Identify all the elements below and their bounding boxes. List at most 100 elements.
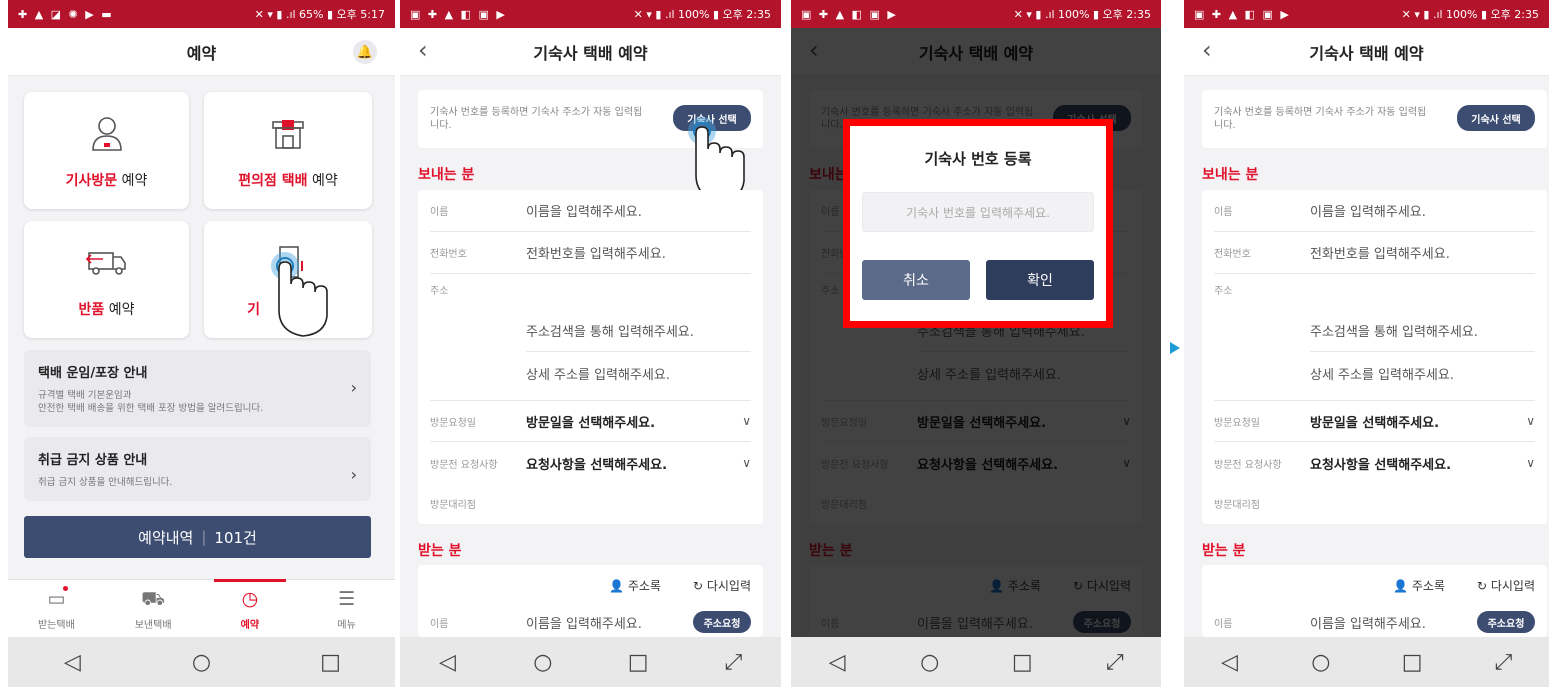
back-icon[interactable]: ‹ bbox=[1202, 36, 1212, 64]
screen-home: ✚ ▲ ◪ ✺ ▶ ▬ ✕ ▾ ▮ .ıl 65% ▮ 오후 5:17 예약 🔔… bbox=[8, 0, 395, 687]
page-title: 예약 bbox=[186, 43, 217, 63]
prohibited-items-desc: 취급 금지 상품을 안내해드립니다. bbox=[38, 477, 173, 488]
android-nav-bar: ◁ ○ □ ⤢ bbox=[791, 637, 1161, 687]
address-request-button[interactable]: 주소요청 bbox=[1477, 611, 1535, 633]
visit-request-select[interactable]: 방문전 요청사항 요청사항을 선택해주세요. ∨ bbox=[430, 442, 751, 484]
addressbook-link[interactable]: 👤 주소록 bbox=[609, 577, 661, 594]
convenience-store-card[interactable]: 편의점 택배 예약 bbox=[204, 92, 372, 209]
page-title: 기숙사 택배 예약 bbox=[533, 43, 648, 63]
sender-form: 이름 이름을 입력해주세요. 전화번호 전화번호를 입력해주세요. 주소 주소검색을… bbox=[418, 190, 763, 524]
back-nav-icon[interactable]: ◁ bbox=[428, 650, 468, 675]
history-label: 예약내역 bbox=[138, 528, 194, 547]
expand-nav-icon[interactable]: ⤢ bbox=[713, 650, 753, 675]
back-nav-icon[interactable]: ◁ bbox=[1210, 650, 1250, 675]
dorm-number-input[interactable]: 기숙사 번호를 입력해주세요. bbox=[862, 192, 1094, 232]
tab-received[interactable]: ▭ 받는택배 bbox=[8, 580, 105, 637]
android-nav-bar: ◁ ○ □ ⤢ bbox=[1184, 637, 1549, 687]
shipping-fee-title: 택배 운임/포장 안내 bbox=[38, 366, 148, 381]
receiver-section-title: 받는 분 bbox=[418, 543, 462, 559]
prohibited-items-info[interactable]: 취급 금지 상품 안내 취급 금지 상품을 안내해드립니다. › bbox=[24, 437, 371, 501]
status-bar: ▣ ✚ ▲ ◧ ▣ ▶ ✕ ▾ ▮ .ıl 100% ▮ 오후 2:35 bbox=[791, 0, 1161, 28]
recents-nav-icon[interactable]: □ bbox=[1002, 650, 1042, 675]
back-icon[interactable]: ‹ bbox=[418, 36, 428, 64]
chevron-right-icon: › bbox=[350, 378, 357, 397]
name-input[interactable]: 이름을 입력해주세요. bbox=[526, 201, 642, 220]
expand-nav-icon[interactable]: ⤢ bbox=[1483, 650, 1523, 675]
dorm-notice-text: 기숙사 번호를 등록하면 기숙사 주소가 자동 입력됩니다. bbox=[430, 107, 643, 131]
shipping-fee-desc-2: 안전한 택배 배송을 위한 택배 포장 방법을 알려드립니다. bbox=[38, 403, 264, 414]
chevron-down-icon: ∨ bbox=[1526, 456, 1535, 470]
driver-visit-label: 기사방문 예약 bbox=[65, 173, 148, 189]
menu-icon: ☰ bbox=[338, 588, 356, 610]
sender-address-row: 주소 bbox=[430, 286, 449, 297]
app-header: 예약 🔔 bbox=[8, 28, 395, 76]
sender-section-title: 보내는 분 bbox=[418, 167, 475, 183]
android-nav-bar: ◁ ○ □ ⤢ bbox=[400, 637, 781, 687]
home-nav-icon[interactable]: ○ bbox=[523, 650, 563, 675]
app-header: ‹ 기숙사 택배 예약 bbox=[400, 28, 781, 76]
dorm-select-button[interactable]: 기숙사 선택 bbox=[1457, 105, 1535, 131]
screen-dorm-dialog: ▣ ✚ ▲ ◧ ▣ ▶ ✕ ▾ ▮ .ıl 100% ▮ 오후 2:35 ‹ 기… bbox=[791, 0, 1161, 687]
page-title: 기숙사 택배 예약 bbox=[1309, 43, 1424, 63]
bottom-tab-bar: ▭ 받는택배 ⛟ 보낸택배 ◷ 예약 ☰ 메뉴 bbox=[8, 579, 395, 637]
return-label: 반품 예약 bbox=[78, 302, 135, 318]
address-search-input[interactable]: 주소검색을 통해 입력해주세요. bbox=[526, 310, 751, 352]
sender-phone-row[interactable]: 전화번호 전화번호를 입력해주세요. bbox=[430, 232, 751, 274]
visit-agent-row: 방문대리점 bbox=[430, 499, 476, 511]
prohibited-items-title: 취급 금지 상품 안내 bbox=[38, 453, 148, 468]
clock-icon: ◷ bbox=[241, 588, 259, 610]
expand-nav-icon[interactable]: ⤢ bbox=[1095, 650, 1135, 675]
return-card[interactable]: 반품 예약 bbox=[24, 221, 189, 338]
status-bar: ▣ ✚ ▲ ◧ ▣ ▶ ✕ ▾ ▮ .ıl 100% ▮ 오후 2:35 bbox=[400, 0, 781, 28]
tap-hand-icon bbox=[271, 252, 328, 337]
sender-name-row[interactable]: 이름 이름을 입력해주세요. bbox=[430, 190, 751, 232]
phone-input[interactable]: 전화번호를 입력해주세요. bbox=[526, 243, 666, 262]
divider: | bbox=[201, 528, 207, 546]
tab-reservation[interactable]: ◷ 예약 bbox=[202, 579, 299, 637]
chevron-down-icon: ∨ bbox=[742, 414, 751, 428]
store-icon bbox=[204, 114, 372, 162]
truck-icon bbox=[24, 243, 189, 287]
shipping-fee-desc-1: 규격별 택배 기본운임과 bbox=[38, 390, 132, 401]
history-count: 101건 bbox=[214, 528, 257, 547]
app-header: ‹ 기숙사 택배 예약 bbox=[1184, 28, 1549, 76]
dorm-number-dialog: 기숙사 번호 등록 기숙사 번호를 입력해주세요. 취소 확인 bbox=[843, 119, 1113, 328]
recents-nav-icon[interactable]: □ bbox=[618, 650, 658, 675]
dorm-notice: 기숙사 번호를 등록하면 기숙사 주소가 자동 입력됩니다. 기숙사 선택 bbox=[1202, 90, 1547, 148]
flow-arrow-icon bbox=[1170, 342, 1180, 354]
home-nav-icon[interactable]: ○ bbox=[1301, 650, 1341, 675]
tab-sent[interactable]: ⛟ 보낸택배 bbox=[105, 580, 202, 637]
confirm-button[interactable]: 확인 bbox=[986, 260, 1094, 300]
screen-dorm-form: ▣ ✚ ▲ ◧ ▣ ▶ ✕ ▾ ▮ .ıl 100% ▮ 오후 2:35 ‹ 기… bbox=[400, 0, 781, 687]
home-nav-icon[interactable]: ○ bbox=[182, 650, 222, 675]
driver-visit-card[interactable]: 기사방문 예약 bbox=[24, 92, 189, 209]
dialog-title: 기숙사 번호 등록 bbox=[924, 150, 1032, 168]
bell-icon[interactable]: 🔔 bbox=[353, 40, 377, 64]
home-nav-icon[interactable]: ○ bbox=[910, 650, 950, 675]
visit-date-select[interactable]: 방문요청일 방문일을 선택해주세요. ∨ bbox=[430, 400, 751, 442]
screen-dorm-form-after: ▣ ✚ ▲ ◧ ▣ ▶ ✕ ▾ ▮ .ıl 100% ▮ 오후 2:35 ‹ 기… bbox=[1184, 0, 1549, 687]
chevron-right-icon: › bbox=[350, 465, 357, 484]
reservation-history-button[interactable]: 예약내역 | 101건 bbox=[24, 516, 371, 558]
status-right: ✕ ▾ ▮ .ıl 65% ▮ 오후 5:17 bbox=[254, 8, 385, 21]
convenience-store-label: 편의점 택배 예약 bbox=[238, 173, 338, 189]
received-box-icon: ▭ bbox=[47, 588, 66, 610]
recents-nav-icon[interactable]: □ bbox=[1392, 650, 1432, 675]
chevron-down-icon: ∨ bbox=[1526, 414, 1535, 428]
recents-nav-icon[interactable]: □ bbox=[311, 650, 351, 675]
sent-truck-icon: ⛟ bbox=[141, 588, 166, 610]
courier-icon bbox=[24, 114, 189, 162]
reset-link[interactable]: ↻ 다시입력 bbox=[693, 577, 751, 594]
notification-dot bbox=[63, 586, 68, 591]
reset-link[interactable]: ↻ 다시입력 bbox=[1477, 577, 1535, 594]
tab-menu[interactable]: ☰ 메뉴 bbox=[298, 580, 395, 637]
back-nav-icon[interactable]: ◁ bbox=[53, 650, 93, 675]
cancel-button[interactable]: 취소 bbox=[862, 260, 970, 300]
shipping-fee-info[interactable]: 택배 운임/포장 안내 규격별 택배 기본운임과 안전한 택배 배송을 위한 택… bbox=[24, 350, 371, 427]
address-request-button[interactable]: 주소요청 bbox=[693, 611, 751, 633]
address-detail-input[interactable]: 상세 주소를 입력해주세요. bbox=[526, 352, 751, 394]
back-nav-icon[interactable]: ◁ bbox=[817, 650, 857, 675]
addressbook-link[interactable]: 👤 주소록 bbox=[1393, 577, 1445, 594]
chevron-down-icon: ∨ bbox=[742, 456, 751, 470]
status-bar: ▣ ✚ ▲ ◧ ▣ ▶ ✕ ▾ ▮ .ıl 100% ▮ 오후 2:35 bbox=[1184, 0, 1549, 28]
